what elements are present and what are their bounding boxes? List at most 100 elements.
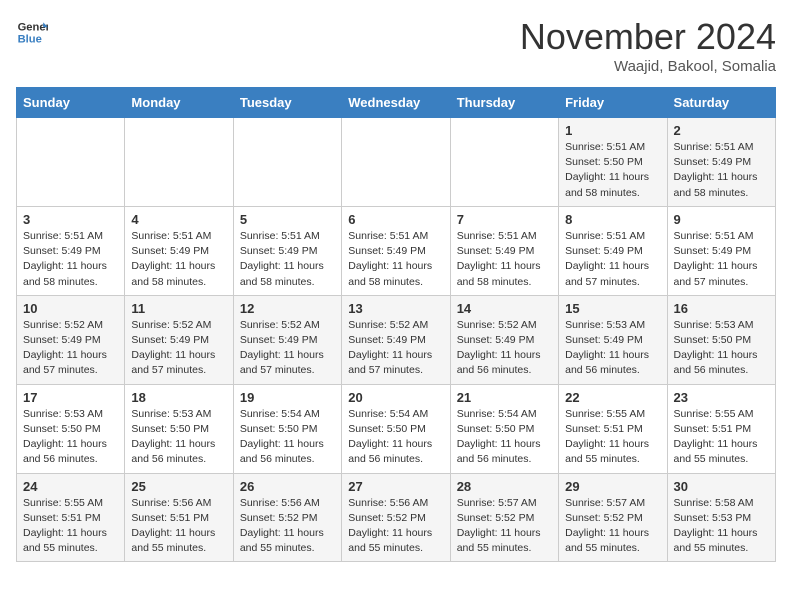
calendar-day-cell: 6 Sunrise: 5:51 AMSunset: 5:49 PMDaylight… <box>342 206 450 295</box>
svg-text:Blue: Blue <box>18 33 42 45</box>
day-number: 27 <box>348 479 443 494</box>
day-info: Sunrise: 5:52 AMSunset: 5:49 PMDaylight:… <box>348 318 443 379</box>
calendar-day-cell: 4 Sunrise: 5:51 AMSunset: 5:49 PMDaylight… <box>125 206 233 295</box>
month-title: November 2024 <box>520 16 776 58</box>
calendar-week-row: 24 Sunrise: 5:55 AMSunset: 5:51 PMDayligh… <box>17 473 776 562</box>
day-info: Sunrise: 5:51 AMSunset: 5:49 PMDaylight:… <box>240 229 335 290</box>
calendar-day-cell: 11Sunrise: 5:52 AMSunset: 5:49 PMDayligh… <box>125 295 233 384</box>
calendar-day-cell: 12Sunrise: 5:52 AMSunset: 5:49 PMDayligh… <box>233 295 341 384</box>
day-info: Sunrise: 5:54 AMSunset: 5:50 PMDaylight:… <box>240 407 335 468</box>
day-info: Sunrise: 5:55 AMSunset: 5:51 PMDaylight:… <box>565 407 660 468</box>
day-number: 19 <box>240 390 335 405</box>
calendar-day-cell <box>17 118 125 207</box>
calendar-day-cell: 25 Sunrise: 5:56 AMSunset: 5:51 PMDayligh… <box>125 473 233 562</box>
day-number: 9 <box>674 212 769 227</box>
day-number: 16 <box>674 301 769 316</box>
calendar-day-cell: 18 Sunrise: 5:53 AMSunset: 5:50 PMDayligh… <box>125 384 233 473</box>
calendar-day-cell: 7 Sunrise: 5:51 AMSunset: 5:49 PMDaylight… <box>450 206 558 295</box>
day-number: 28 <box>457 479 552 494</box>
day-info: Sunrise: 5:58 AMSunset: 5:53 PMDaylight:… <box>674 496 769 557</box>
calendar-day-cell <box>233 118 341 207</box>
day-number: 24 <box>23 479 118 494</box>
weekday-header-cell: Sunday <box>17 88 125 118</box>
weekday-header-cell: Saturday <box>667 88 775 118</box>
weekday-header-cell: Thursday <box>450 88 558 118</box>
calendar-day-cell: 17Sunrise: 5:53 AMSunset: 5:50 PMDayligh… <box>17 384 125 473</box>
calendar-body: 1 Sunrise: 5:51 AMSunset: 5:50 PMDaylight… <box>17 118 776 562</box>
day-info: Sunrise: 5:51 AMSunset: 5:49 PMDaylight:… <box>131 229 226 290</box>
weekday-header-cell: Tuesday <box>233 88 341 118</box>
weekday-header-cell: Monday <box>125 88 233 118</box>
day-info: Sunrise: 5:51 AMSunset: 5:49 PMDaylight:… <box>565 229 660 290</box>
day-number: 17 <box>23 390 118 405</box>
calendar-day-cell: 2 Sunrise: 5:51 AMSunset: 5:49 PMDaylight… <box>667 118 775 207</box>
calendar-day-cell: 9Sunrise: 5:51 AMSunset: 5:49 PMDaylight… <box>667 206 775 295</box>
day-number: 22 <box>565 390 660 405</box>
day-info: Sunrise: 5:56 AMSunset: 5:51 PMDaylight:… <box>131 496 226 557</box>
calendar-day-cell: 20 Sunrise: 5:54 AMSunset: 5:50 PMDayligh… <box>342 384 450 473</box>
day-info: Sunrise: 5:51 AMSunset: 5:49 PMDaylight:… <box>23 229 118 290</box>
calendar-day-cell: 30Sunrise: 5:58 AMSunset: 5:53 PMDayligh… <box>667 473 775 562</box>
day-number: 15 <box>565 301 660 316</box>
calendar-day-cell: 26Sunrise: 5:56 AMSunset: 5:52 PMDayligh… <box>233 473 341 562</box>
calendar-day-cell <box>342 118 450 207</box>
day-info: Sunrise: 5:55 AMSunset: 5:51 PMDaylight:… <box>23 496 118 557</box>
day-number: 7 <box>457 212 552 227</box>
day-info: Sunrise: 5:51 AMSunset: 5:49 PMDaylight:… <box>674 140 769 201</box>
calendar-day-cell: 5Sunrise: 5:51 AMSunset: 5:49 PMDaylight… <box>233 206 341 295</box>
day-info: Sunrise: 5:51 AMSunset: 5:49 PMDaylight:… <box>457 229 552 290</box>
title-block: November 2024 Waajid, Bakool, Somalia <box>520 16 776 75</box>
day-info: Sunrise: 5:53 AMSunset: 5:50 PMDaylight:… <box>674 318 769 379</box>
day-number: 26 <box>240 479 335 494</box>
calendar-week-row: 10Sunrise: 5:52 AMSunset: 5:49 PMDayligh… <box>17 295 776 384</box>
calendar-day-cell: 13 Sunrise: 5:52 AMSunset: 5:49 PMDayligh… <box>342 295 450 384</box>
day-number: 13 <box>348 301 443 316</box>
calendar-day-cell: 27Sunrise: 5:56 AMSunset: 5:52 PMDayligh… <box>342 473 450 562</box>
location-subtitle: Waajid, Bakool, Somalia <box>520 58 776 75</box>
calendar-day-cell: 10Sunrise: 5:52 AMSunset: 5:49 PMDayligh… <box>17 295 125 384</box>
day-number: 1 <box>565 123 660 138</box>
calendar-week-row: 17 Sunrise: 5:53 AMSunset: 5:50 PMDayligh… <box>17 384 776 473</box>
day-number: 25 <box>131 479 226 494</box>
day-number: 2 <box>674 123 769 138</box>
calendar-day-cell <box>125 118 233 207</box>
calendar-day-cell: 8 Sunrise: 5:51 AMSunset: 5:49 PMDaylight… <box>559 206 667 295</box>
calendar-day-cell: 21 Sunrise: 5:54 AMSunset: 5:50 PMDayligh… <box>450 384 558 473</box>
day-info: Sunrise: 5:54 AMSunset: 5:50 PMDaylight:… <box>348 407 443 468</box>
day-number: 21 <box>457 390 552 405</box>
day-info: Sunrise: 5:52 AMSunset: 5:49 PMDaylight:… <box>240 318 335 379</box>
logo-icon: General Blue <box>16 16 48 48</box>
calendar-day-cell: 16 Sunrise: 5:53 AMSunset: 5:50 PMDayligh… <box>667 295 775 384</box>
day-info: Sunrise: 5:57 AMSunset: 5:52 PMDaylight:… <box>457 496 552 557</box>
day-number: 4 <box>131 212 226 227</box>
day-number: 6 <box>348 212 443 227</box>
day-info: Sunrise: 5:53 AMSunset: 5:50 PMDaylight:… <box>131 407 226 468</box>
day-info: Sunrise: 5:52 AMSunset: 5:49 PMDaylight:… <box>23 318 118 379</box>
day-info: Sunrise: 5:57 AMSunset: 5:52 PMDaylight:… <box>565 496 660 557</box>
day-number: 3 <box>23 212 118 227</box>
logo: General Blue <box>16 16 48 48</box>
calendar-day-cell: 3 Sunrise: 5:51 AMSunset: 5:49 PMDaylight… <box>17 206 125 295</box>
weekday-header-cell: Wednesday <box>342 88 450 118</box>
day-number: 20 <box>348 390 443 405</box>
day-info: Sunrise: 5:55 AMSunset: 5:51 PMDaylight:… <box>674 407 769 468</box>
day-info: Sunrise: 5:51 AMSunset: 5:49 PMDaylight:… <box>348 229 443 290</box>
day-info: Sunrise: 5:51 AMSunset: 5:50 PMDaylight:… <box>565 140 660 201</box>
page-header: General Blue November 2024 Waajid, Bakoo… <box>16 16 776 75</box>
day-number: 14 <box>457 301 552 316</box>
calendar-day-cell: 19 Sunrise: 5:54 AMSunset: 5:50 PMDayligh… <box>233 384 341 473</box>
calendar-week-row: 1 Sunrise: 5:51 AMSunset: 5:50 PMDaylight… <box>17 118 776 207</box>
day-number: 23 <box>674 390 769 405</box>
calendar-day-cell: 28 Sunrise: 5:57 AMSunset: 5:52 PMDayligh… <box>450 473 558 562</box>
day-number: 8 <box>565 212 660 227</box>
day-number: 18 <box>131 390 226 405</box>
day-number: 11 <box>131 301 226 316</box>
day-info: Sunrise: 5:53 AMSunset: 5:49 PMDaylight:… <box>565 318 660 379</box>
calendar-day-cell: 24 Sunrise: 5:55 AMSunset: 5:51 PMDayligh… <box>17 473 125 562</box>
calendar-day-cell <box>450 118 558 207</box>
calendar-day-cell: 1 Sunrise: 5:51 AMSunset: 5:50 PMDaylight… <box>559 118 667 207</box>
weekday-header-cell: Friday <box>559 88 667 118</box>
day-info: Sunrise: 5:54 AMSunset: 5:50 PMDaylight:… <box>457 407 552 468</box>
calendar-day-cell: 22 Sunrise: 5:55 AMSunset: 5:51 PMDayligh… <box>559 384 667 473</box>
calendar-table: SundayMondayTuesdayWednesdayThursdayFrid… <box>16 87 776 562</box>
